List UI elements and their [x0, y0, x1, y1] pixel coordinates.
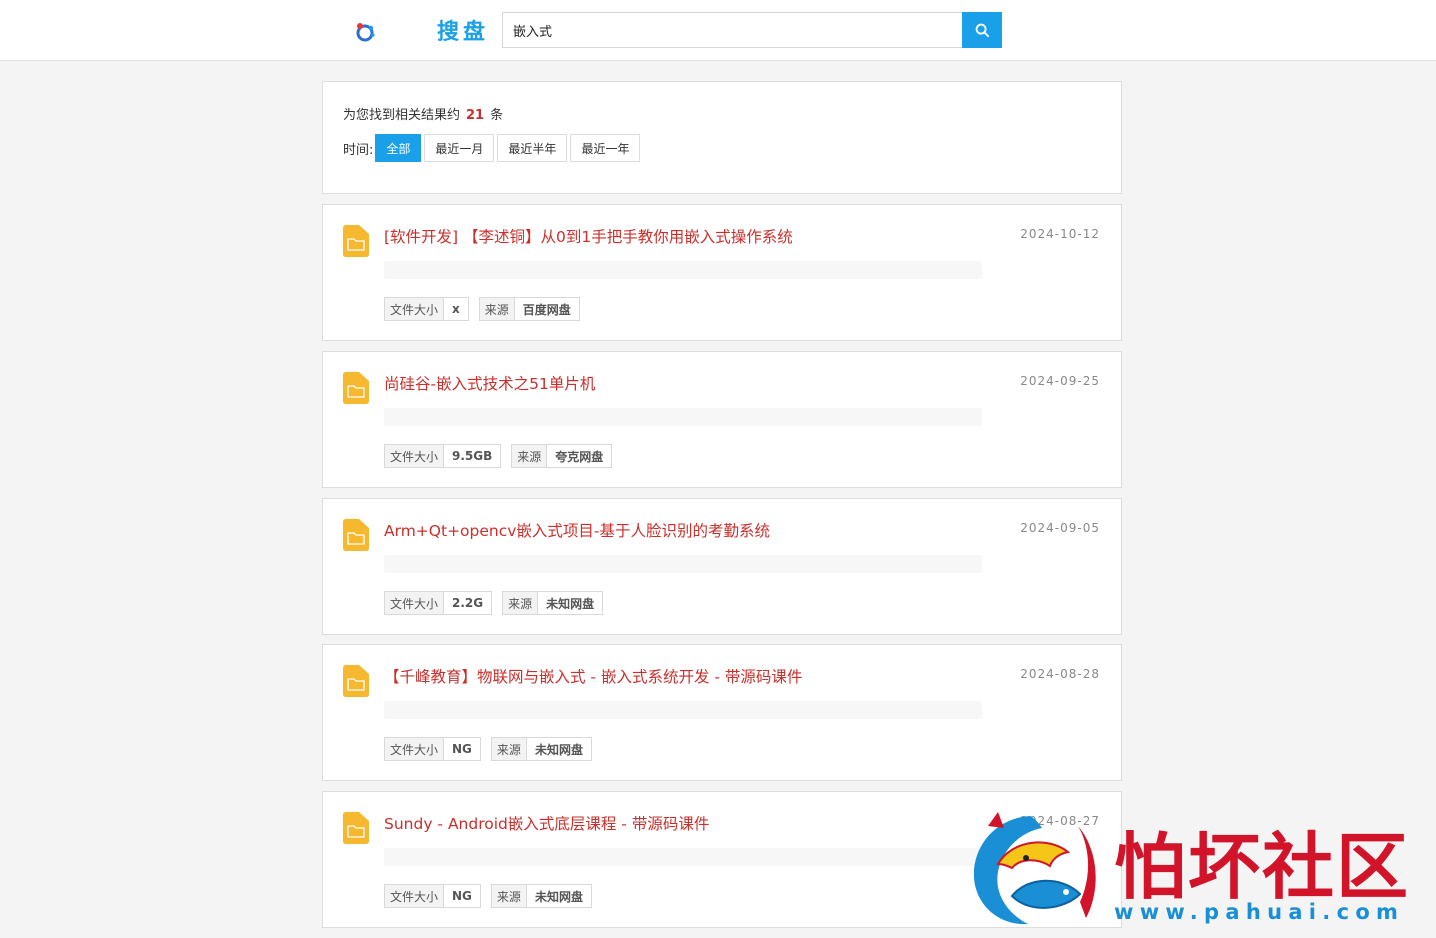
result-date: 2024-09-05 — [1020, 521, 1100, 535]
top-bar: 搜盘 — [0, 0, 1436, 61]
source-label: 来源 — [512, 445, 548, 467]
result-tags: 文件大小 NG 来源 未知网盘 — [384, 884, 602, 908]
folder-icon — [343, 665, 369, 697]
fish-logo-icon — [973, 812, 1096, 925]
result-date: 2024-08-28 — [1020, 667, 1100, 681]
result-title-link[interactable]: [软件开发] 【李述铜】从0到1手把手教你用嵌入式操作系统 — [384, 225, 793, 247]
file-size-label: 文件大小 — [385, 592, 445, 614]
file-size-tag: 文件大小 9.5GB — [384, 444, 502, 468]
file-size-tag: 文件大小 x — [384, 297, 469, 321]
file-size-value: 2.2G — [444, 592, 492, 614]
file-size-label: 文件大小 — [385, 445, 445, 467]
source-tag: 来源 百度网盘 — [478, 297, 580, 321]
source-label: 来源 — [479, 298, 515, 320]
result-count-prefix: 为您找到相关结果约 — [343, 108, 461, 123]
file-size-label: 文件大小 — [385, 885, 445, 907]
time-filter-label: 时间: — [343, 142, 374, 158]
folder-icon — [343, 812, 369, 844]
file-size-label: 文件大小 — [385, 298, 445, 320]
watermark-url: www.pahuai.com — [1114, 900, 1405, 924]
file-size-value: NG — [444, 885, 480, 907]
search-button[interactable] — [962, 12, 1002, 48]
baidu-paw-logo-icon[interactable] — [352, 18, 378, 44]
result-title-link[interactable]: Sundy - Android嵌入式底层课程 - 带源码课件 — [384, 812, 709, 834]
result-count-suffix: 条 — [490, 108, 504, 123]
file-size-value: 9.5GB — [444, 445, 501, 467]
time-filter-row: 时间: 全部 最近一月 最近半年 最近一年 — [343, 134, 643, 162]
result-card: [软件开发] 【李述铜】从0到1手把手教你用嵌入式操作系统 2024-10-12… — [322, 204, 1122, 341]
folder-icon — [343, 372, 369, 404]
result-description-placeholder — [384, 555, 982, 573]
folder-icon — [343, 225, 369, 257]
time-filter-last-half-year[interactable]: 最近半年 — [497, 134, 568, 162]
result-tags: 文件大小 x 来源 百度网盘 — [384, 297, 590, 321]
source-tag: 来源 未知网盘 — [490, 737, 592, 761]
result-description-placeholder — [384, 261, 982, 279]
watermark-text: 怕坏社区 — [1114, 824, 1411, 909]
source-value: 未知网盘 — [526, 738, 591, 760]
result-title-link[interactable]: 尚硅谷-嵌入式技术之51单片机 — [384, 372, 595, 394]
result-title-link[interactable]: 【千峰教育】物联网与嵌入式 - 嵌入式系统开发 - 带源码课件 — [384, 665, 802, 687]
watermark: 怕坏社区 www.pahuai.com — [968, 806, 1428, 932]
source-tag: 来源 未知网盘 — [490, 884, 592, 908]
source-label: 来源 — [503, 592, 539, 614]
result-date: 2024-09-25 — [1020, 374, 1100, 388]
source-value: 夸克网盘 — [547, 445, 612, 467]
result-card: 尚硅谷-嵌入式技术之51单片机 2024-09-25 文件大小 9.5GB 来源夸… — [322, 351, 1122, 488]
time-filter-last-month[interactable]: 最近一月 — [424, 134, 495, 162]
file-size-tag: 文件大小 NG — [384, 737, 481, 761]
file-size-value: x — [444, 298, 468, 320]
file-size-tag: 文件大小 2.2G — [384, 591, 493, 615]
result-count-number: 21 — [466, 108, 485, 123]
time-filter-last-year[interactable]: 最近一年 — [570, 134, 641, 162]
file-size-tag: 文件大小 NG — [384, 884, 481, 908]
result-description-placeholder — [384, 701, 982, 719]
source-tag: 来源 夸克网盘 — [511, 444, 613, 468]
search-icon — [975, 23, 989, 37]
folder-icon — [343, 519, 369, 551]
source-value: 百度网盘 — [514, 298, 579, 320]
result-card: 【千峰教育】物联网与嵌入式 - 嵌入式系统开发 - 带源码课件 2024-08-… — [322, 644, 1122, 781]
source-value: 未知网盘 — [526, 885, 591, 907]
result-card: Arm+Qt+opencv嵌入式项目-基于人脸识别的考勤系统 2024-09-0… — [322, 498, 1122, 635]
result-tags: 文件大小 2.2G 来源 未知网盘 — [384, 591, 613, 615]
brand-title[interactable]: 搜盘 — [437, 14, 489, 46]
source-tag: 来源 未知网盘 — [502, 591, 604, 615]
source-value: 未知网盘 — [538, 592, 603, 614]
result-date: 2024-10-12 — [1020, 227, 1100, 241]
source-label: 来源 — [491, 738, 527, 760]
result-title-link[interactable]: Arm+Qt+opencv嵌入式项目-基于人脸识别的考勤系统 — [384, 519, 770, 541]
result-description-placeholder — [384, 408, 982, 426]
result-tags: 文件大小 NG 来源 未知网盘 — [384, 737, 602, 761]
result-tags: 文件大小 9.5GB 来源 夸克网盘 — [384, 444, 622, 468]
filter-panel: 为您找到相关结果约 21 条 时间: 全部 最近一月 最近半年 最近一年 — [322, 81, 1122, 194]
search-input[interactable] — [502, 12, 963, 48]
time-filter-all[interactable]: 全部 — [375, 134, 422, 162]
result-description-placeholder — [384, 848, 982, 866]
source-label: 来源 — [491, 885, 527, 907]
result-count: 为您找到相关结果约 21 条 — [343, 104, 503, 123]
file-size-value: NG — [444, 738, 480, 760]
file-size-label: 文件大小 — [385, 738, 445, 760]
